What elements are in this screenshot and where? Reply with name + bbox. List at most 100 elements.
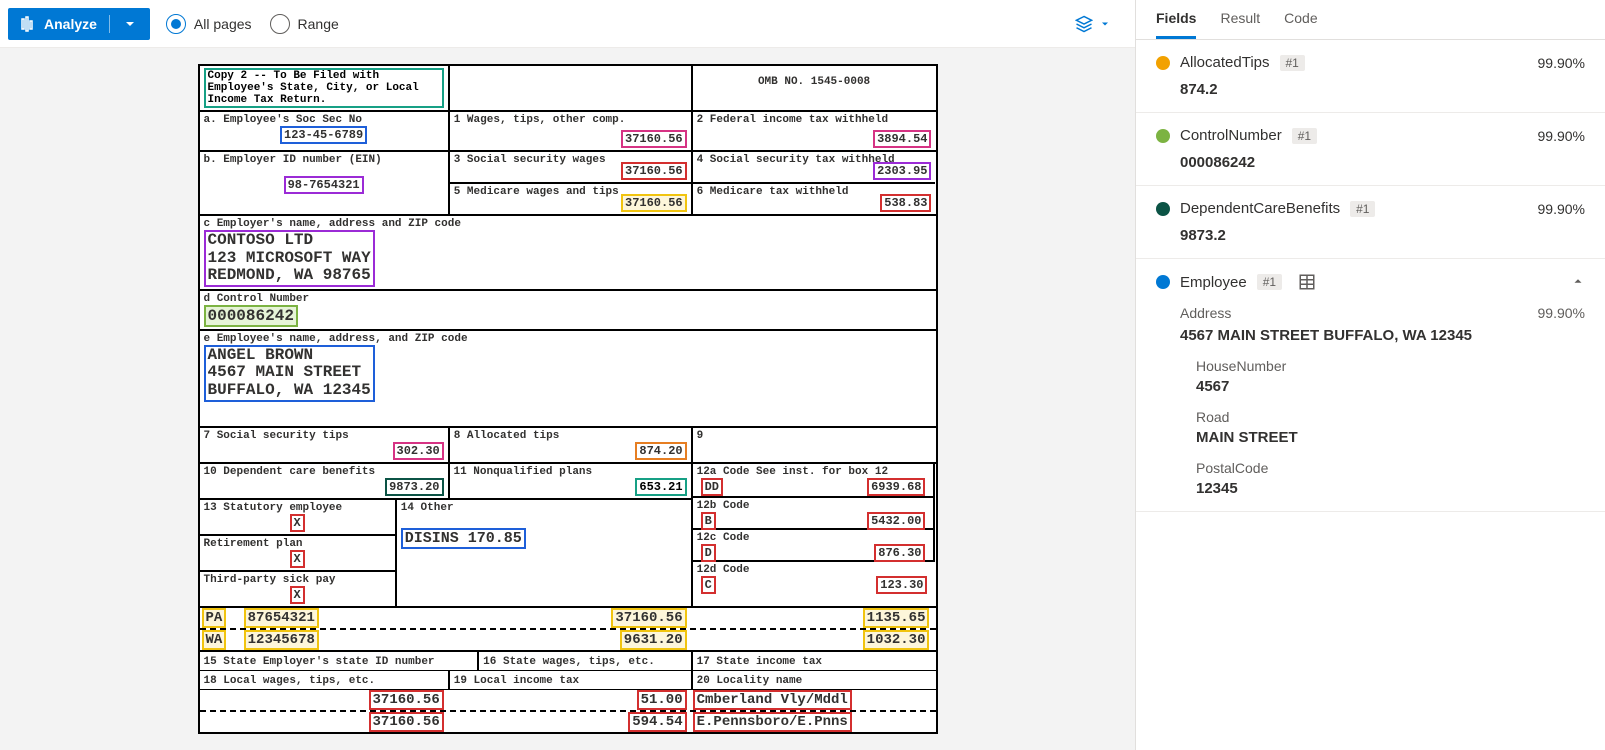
all-pages-radio[interactable]: All pages (166, 14, 252, 34)
employee-line2: 4567 MAIN STREET (208, 364, 371, 382)
page-range-group: All pages Range (166, 14, 339, 34)
ein-value: 98-7654321 (284, 176, 364, 194)
employee-line1: ANGEL BROWN (208, 347, 371, 365)
state2: WA (202, 630, 227, 650)
state1-id: 87654321 (244, 608, 319, 628)
box13-stat-label: 13 Statutory employee (204, 502, 391, 514)
document-viewport[interactable]: Copy 2 -- To Be Filed with Employee's St… (0, 48, 1135, 750)
box3-value: 37160.56 (621, 162, 687, 180)
tab-fields[interactable]: Fields (1156, 10, 1196, 39)
address-conf: 99.90% (1538, 305, 1585, 321)
box2-label: 2 Federal income tax withheld (697, 114, 932, 126)
main-panel: Analyze All pages Range (0, 0, 1135, 750)
box4-value: 2303.95 (873, 162, 931, 180)
box13-ret-label: Retirement plan (200, 534, 395, 550)
box15-label: 15 State Employer's state ID number (204, 656, 435, 668)
range-label: Range (298, 16, 339, 32)
box12b-amt: 5432.00 (867, 512, 925, 530)
analyze-label: Analyze (44, 16, 97, 32)
box16-label: 16 State wages, tips, etc. (483, 656, 655, 668)
local2-wages: 37160.56 (369, 712, 444, 732)
box12d-amt: 123.30 (876, 576, 927, 594)
sub-label: HouseNumber (1196, 358, 1585, 374)
box12a-amt: 6939.68 (867, 478, 925, 496)
side-panel: Fields Result Code AllocatedTips#199.90%… (1135, 0, 1605, 750)
box1-label: 1 Wages, tips, other comp. (454, 114, 687, 126)
box8-label: 8 Allocated tips (454, 430, 687, 442)
box14-value: DISINS 170.85 (401, 528, 526, 549)
layers-control[interactable] (1075, 15, 1127, 33)
state2-tax: 1032.30 (863, 630, 930, 650)
box7-value: 302.30 (393, 442, 444, 460)
table-icon (1298, 273, 1316, 291)
employee-label: e Employee's name, address, and ZIP code (204, 333, 932, 345)
state1: PA (202, 608, 227, 628)
analyze-button[interactable]: Analyze (8, 8, 150, 40)
field-dot (1156, 129, 1170, 143)
chevron-down-icon[interactable] (122, 16, 138, 32)
box12d-code: C (701, 576, 716, 594)
sub-value: MAIN STREET (1196, 429, 1585, 446)
fields-list[interactable]: AllocatedTips#199.90%874.2ControlNumber#… (1136, 40, 1605, 750)
field-employee[interactable]: Employee #1 Address 99.90% 4567 MAIN STR… (1136, 259, 1605, 512)
field-controlnumber[interactable]: ControlNumber#199.90%000086242 (1136, 113, 1605, 186)
sub-label: Road (1196, 409, 1585, 425)
local2-tax: 594.54 (628, 712, 686, 732)
field-dot (1156, 275, 1170, 289)
field-confidence: 99.90% (1538, 55, 1585, 71)
employer-line3: REDMOND, WA 98765 (208, 267, 371, 285)
sub-label: PostalCode (1196, 460, 1585, 476)
box10-label: 10 Dependent care benefits (204, 466, 444, 478)
employer-block: CONTOSO LTD 123 MICROSOFT WAY REDMOND, W… (204, 230, 375, 287)
box12d-label: 12d Code (697, 564, 932, 576)
field-name: Employee (1180, 274, 1247, 291)
box12c-code: D (701, 544, 716, 562)
box7-label: 7 Social security tips (204, 430, 444, 442)
field-confidence: 99.90% (1538, 128, 1585, 144)
local1-name: Cmberland Vly/Mddl (693, 690, 852, 710)
state1-tax: 1135.65 (863, 608, 930, 628)
field-name: DependentCareBenefits (1180, 200, 1340, 217)
box13-ret-value: X (290, 550, 305, 568)
field-dependentcare[interactable]: DependentCareBenefits#199.90%9873.2 (1136, 186, 1605, 259)
employer-label: c Employer's name, address and ZIP code (204, 218, 932, 230)
field-value: 000086242 (1180, 154, 1585, 171)
all-pages-label: All pages (194, 16, 252, 32)
box5-value: 37160.56 (621, 194, 687, 212)
tab-result[interactable]: Result (1220, 10, 1260, 39)
radio-icon (270, 14, 290, 34)
box13-sick-label: Third-party sick pay (200, 570, 395, 586)
address-value: 4567 MAIN STREET BUFFALO, WA 12345 (1180, 327, 1585, 344)
copy-notice: Copy 2 -- To Be Filed with Employee's St… (204, 68, 444, 108)
state2-wages: 9631.20 (620, 630, 687, 650)
control-label: d Control Number (204, 293, 932, 305)
field-badge: #1 (1292, 128, 1317, 144)
sub-value: 12345 (1196, 480, 1585, 497)
employee-sub-postalcode: PostalCode 12345 (1196, 460, 1585, 497)
field-allocatedtips[interactable]: AllocatedTips#199.90%874.2 (1136, 40, 1605, 113)
state2-id: 12345678 (244, 630, 319, 650)
field-badge: #1 (1280, 55, 1305, 71)
local1-wages: 37160.56 (369, 690, 444, 710)
box19-label: 19 Local income tax (454, 675, 579, 687)
ssn-label: a. Employee's Soc Sec No (204, 114, 444, 126)
box12c-label: 12c Code (697, 532, 930, 544)
ein-label: b. Employer ID number (EIN) (204, 154, 444, 166)
chevron-down-icon (1099, 18, 1111, 30)
box1-value: 37160.56 (621, 130, 687, 148)
toolbar: Analyze All pages Range (0, 0, 1135, 48)
field-dot (1156, 56, 1170, 70)
employee-sub-housenumber: HouseNumber4567 (1196, 358, 1585, 395)
box10-value: 9873.20 (385, 478, 443, 496)
field-badge: #1 (1257, 274, 1282, 290)
field-confidence: 99.90% (1538, 201, 1585, 217)
employee-sub-road: Road MAIN STREET (1196, 409, 1585, 446)
box17-label: 17 State income tax (697, 656, 822, 668)
range-radio[interactable]: Range (270, 14, 339, 34)
tab-code[interactable]: Code (1284, 10, 1317, 39)
chevron-up-icon[interactable] (1571, 274, 1585, 291)
layers-icon (1075, 15, 1093, 33)
employer-line1: CONTOSO LTD (208, 232, 371, 250)
state1-wages: 37160.56 (611, 608, 686, 628)
radio-icon (166, 14, 186, 34)
